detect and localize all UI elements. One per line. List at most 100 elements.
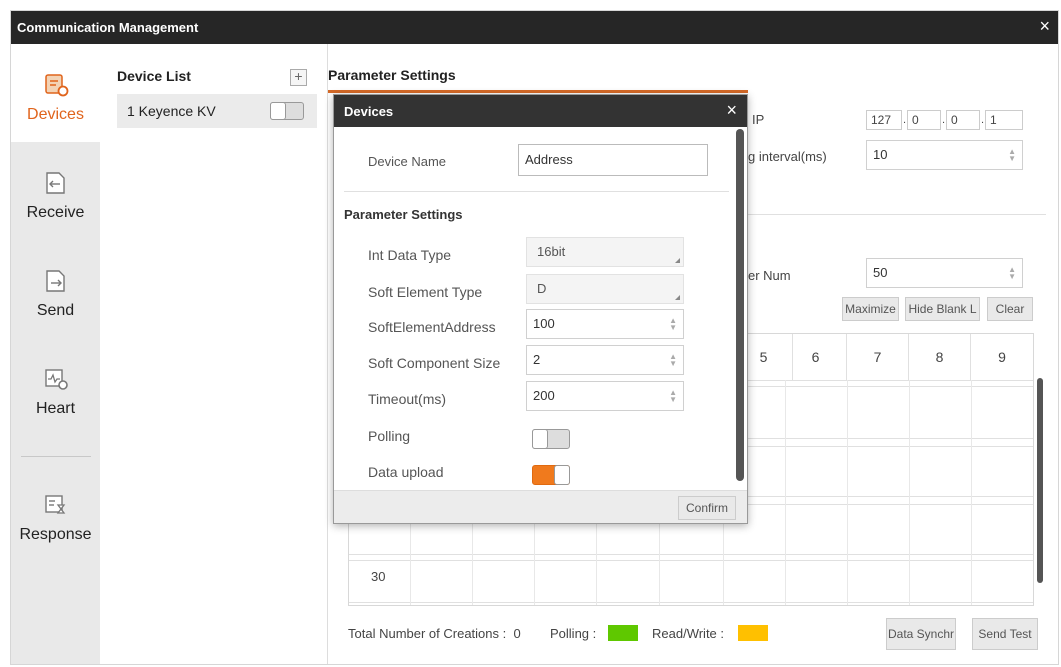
device-name: 1 Keyence KV [127, 103, 216, 119]
window-title: Communication Management [17, 20, 199, 35]
ip-separator: . [942, 114, 946, 126]
soft-component-size-input[interactable]: 2 ▲ ▼ [526, 345, 684, 375]
dialog-scrollbar[interactable] [736, 129, 744, 481]
close-icon[interactable]: × [1039, 17, 1050, 35]
grid-line [785, 380, 786, 605]
grid-line [349, 560, 1033, 561]
nav-label-receive: Receive [26, 204, 85, 221]
maximize-button[interactable]: Maximize [842, 297, 899, 321]
tab-underline [328, 90, 748, 93]
dialog-body: Device Name Address Parameter Settings I… [334, 127, 747, 490]
timeout-label: Timeout(ms) [368, 391, 447, 407]
nav-item-receive[interactable]: Receive [11, 142, 100, 240]
total-creations-label: Total Number of Creations : 0 [348, 626, 521, 641]
toggle-knob [270, 102, 286, 120]
interval-label: g interval(ms) [748, 149, 827, 164]
toggle-knob [532, 429, 548, 449]
stepper-icon[interactable]: ▲ ▼ [669, 317, 677, 332]
soft-element-type-select[interactable]: D [526, 274, 684, 304]
register-num-input[interactable]: 50 ▲ ▼ [866, 258, 1023, 288]
int-data-type-select[interactable]: 16bit [526, 237, 684, 267]
ip-octet-1[interactable]: 127 [866, 110, 902, 130]
grid-column-header: 6 [785, 334, 847, 380]
device-list-title: Device List [117, 68, 191, 84]
ip-separator: . [981, 114, 985, 126]
int-data-type-label: Int Data Type [368, 247, 452, 263]
devices-dialog: Devices × Device Name Address Parameter … [333, 94, 748, 524]
response-icon [45, 495, 66, 514]
stepper-icon[interactable]: ▲ ▼ [1008, 266, 1016, 281]
clear-button[interactable]: Clear [987, 297, 1033, 321]
nav-label-devices: Devices [27, 106, 84, 123]
nav-label-heart: Heart [35, 400, 76, 417]
grid-line [847, 380, 848, 605]
device-enable-toggle[interactable] [270, 102, 304, 120]
read-write-legend-swatch [738, 625, 768, 641]
device-name-input[interactable]: Address [518, 144, 708, 176]
send-icon [46, 270, 65, 292]
interval-value: 10 [873, 147, 888, 162]
ip-separator: . [903, 114, 907, 126]
data-sync-button[interactable]: Data Synchr [886, 618, 956, 650]
grid-line [909, 380, 910, 605]
dialog-title: Devices [344, 104, 394, 119]
grid-line [349, 554, 1033, 555]
confirm-button[interactable]: Confirm [678, 496, 736, 520]
read-write-legend-label: Read/Write : [652, 626, 725, 641]
heart-icon [45, 369, 68, 390]
grid-line [971, 380, 972, 605]
select-corner-icon [675, 258, 680, 263]
nav-label-response: Response [19, 526, 92, 543]
soft-element-address-input[interactable]: 100 ▲ ▼ [526, 309, 684, 339]
add-device-button[interactable]: + [290, 69, 307, 86]
left-nav: Devices Receive Send Heart Response [11, 44, 100, 664]
data-upload-toggle[interactable] [532, 465, 570, 485]
divider [745, 214, 1046, 215]
nav-item-heart[interactable]: Heart [11, 338, 100, 436]
hide-blank-button[interactable]: Hide Blank L [905, 297, 980, 321]
grid-row-label: 30 [371, 569, 386, 584]
title-bar: Communication Management × [11, 11, 1058, 44]
device-list-item[interactable]: 1 Keyence KV [117, 94, 317, 128]
ip-octet-2[interactable]: 0 [907, 110, 941, 130]
int-data-type-value: 16bit [537, 244, 566, 259]
register-num-label: er Num [748, 268, 791, 283]
grid-column-header: 9 [998, 349, 1006, 365]
dialog-divider [344, 191, 729, 192]
toggle-knob [554, 465, 570, 485]
nav-item-send[interactable]: Send [11, 240, 100, 338]
register-num-value: 50 [873, 265, 888, 280]
nav-label-send: Send [36, 302, 75, 319]
send-test-button[interactable]: Send Test [972, 618, 1038, 650]
grid-scrollbar[interactable] [1037, 378, 1043, 583]
nav-item-devices[interactable]: Devices [11, 44, 100, 142]
parameter-settings-title: Parameter Settings [328, 67, 456, 83]
stepper-icon[interactable]: ▲ ▼ [669, 353, 677, 368]
dialog-title-bar: Devices × [334, 95, 747, 127]
grid-column-header: 8 [909, 334, 971, 380]
receive-icon [46, 172, 65, 194]
polling-legend-label: Polling : [550, 626, 597, 641]
select-corner-icon [675, 295, 680, 300]
dialog-section-title: Parameter Settings [344, 207, 463, 222]
polling-toggle[interactable] [532, 429, 570, 449]
stepper-icon[interactable]: ▲ ▼ [669, 389, 677, 404]
soft-component-size-label: Soft Component Size [368, 355, 501, 371]
timeout-input[interactable]: 200 ▲ ▼ [526, 381, 684, 411]
ip-octet-3[interactable]: 0 [946, 110, 980, 130]
dialog-close-icon[interactable]: × [726, 100, 737, 121]
interval-input[interactable]: 10 ▲ ▼ [866, 140, 1023, 170]
grid-column-header: 7 [847, 334, 909, 380]
soft-component-size-value: 2 [533, 352, 541, 367]
timeout-value: 200 [533, 388, 555, 403]
device-list-panel: Device List + 1 Keyence KV [100, 44, 328, 664]
soft-element-address-value: 100 [533, 316, 555, 331]
ip-label: IP [752, 112, 765, 127]
stepper-icon[interactable]: ▲ ▼ [1008, 148, 1016, 163]
devices-icon [45, 74, 69, 97]
device-name-label: Device Name [368, 154, 447, 169]
polling-label: Polling [368, 428, 411, 444]
nav-item-response[interactable]: Response [11, 464, 100, 562]
ip-octet-4[interactable]: 1 [985, 110, 1023, 130]
polling-legend-swatch [608, 625, 638, 641]
